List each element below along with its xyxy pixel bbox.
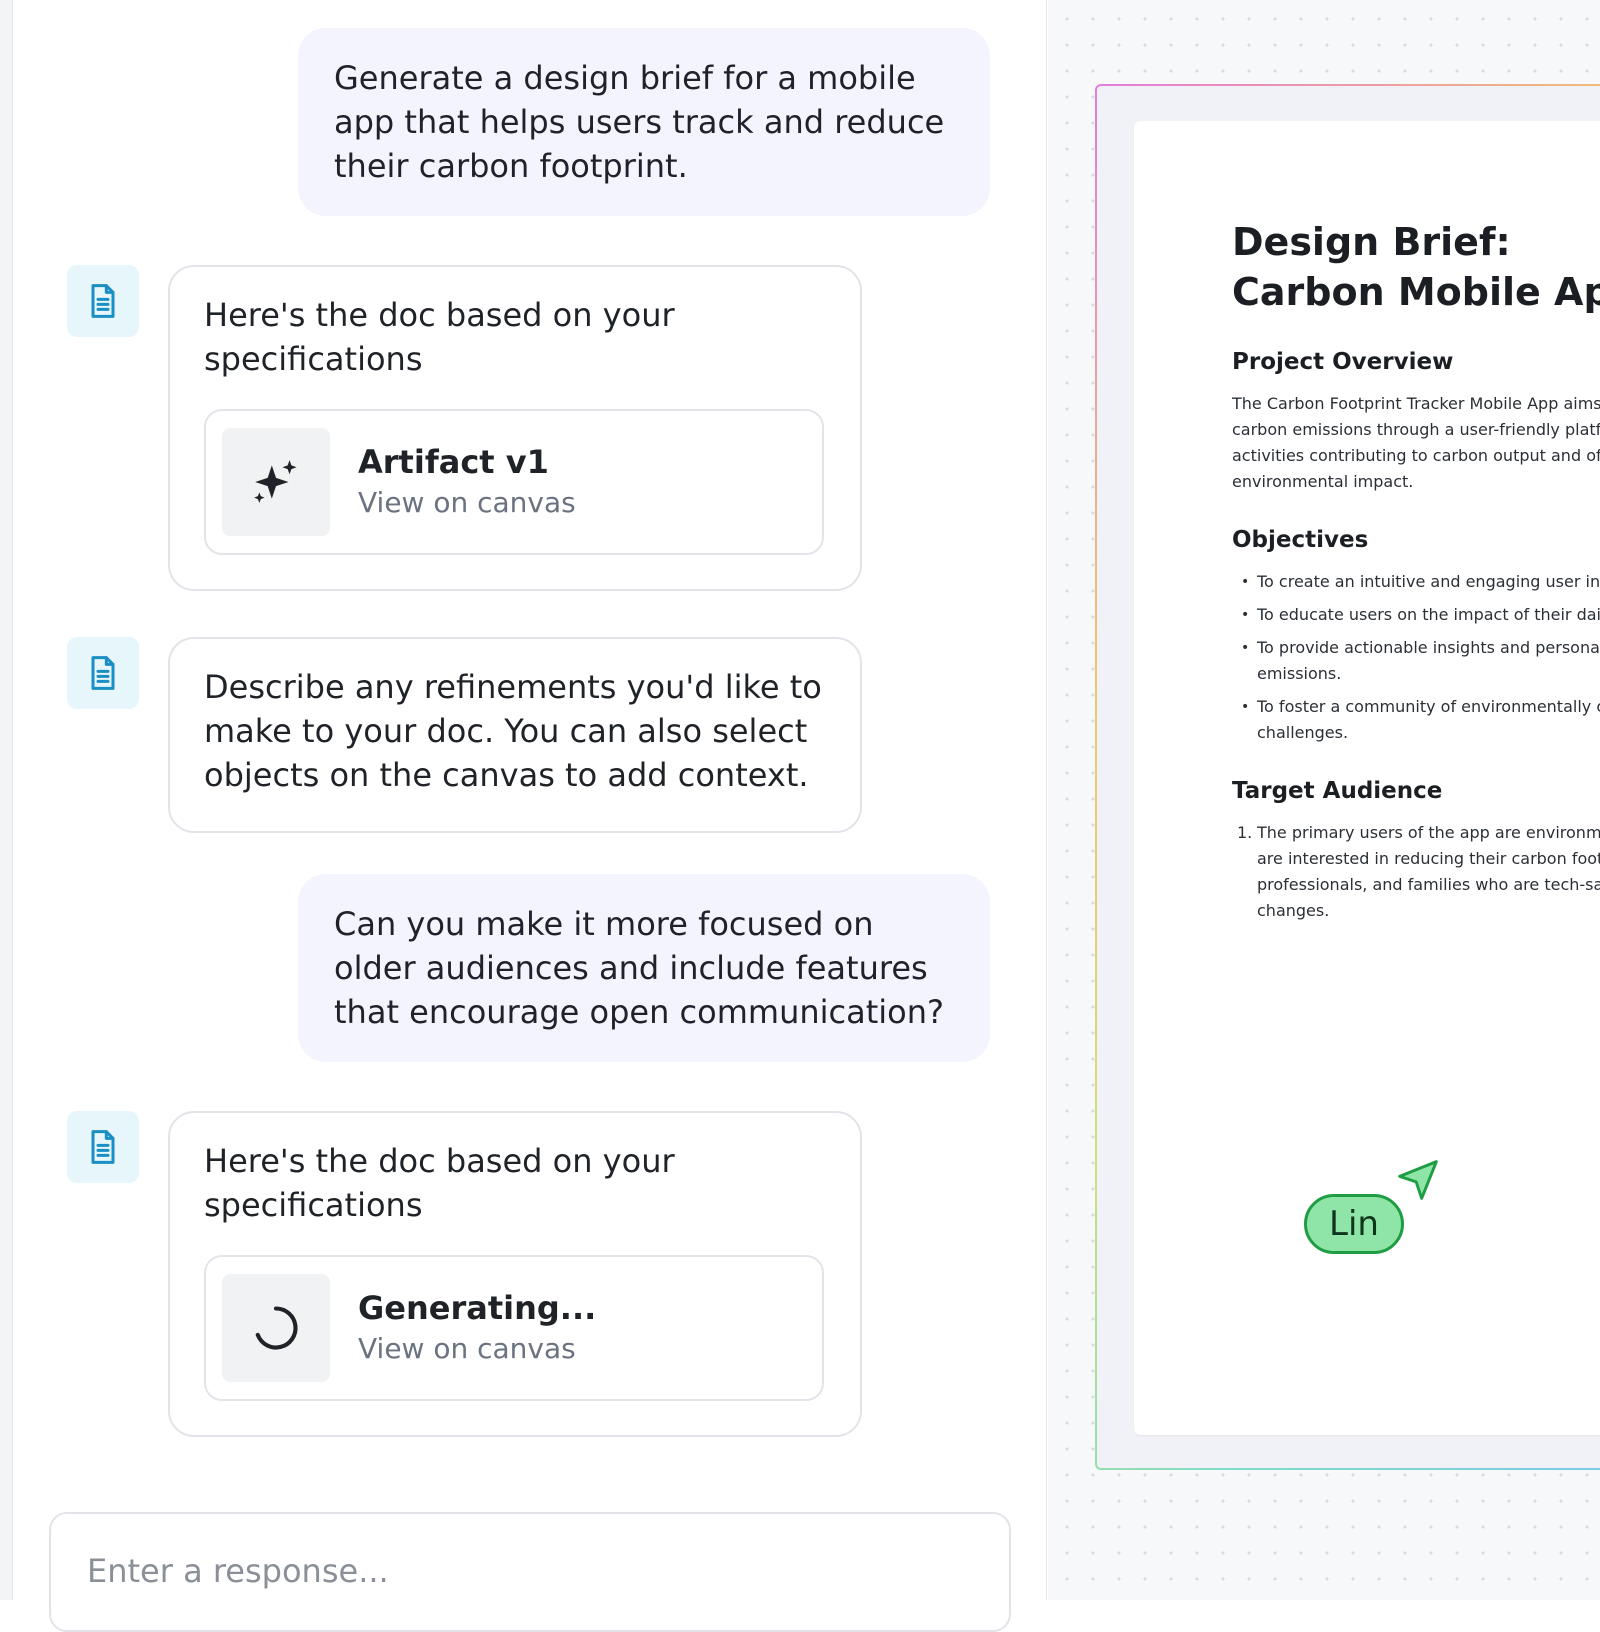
assistant-message-text: Here's the doc based on your specificati… xyxy=(204,296,675,378)
list-number: 1. xyxy=(1237,823,1253,842)
artifact-title: Generating... xyxy=(358,1289,597,1327)
doc-paragraph-overview: The Carbon Footprint Tracker Mobile App … xyxy=(1232,391,1600,495)
user-message-bubble: Generate a design brief for a mobile app… xyxy=(298,28,990,216)
collaborator-name-badge: Lin xyxy=(1304,1194,1404,1254)
doc-line: The Carbon Footprint Tracker Mobile App … xyxy=(1232,394,1600,413)
doc-heading-objectives: Objectives xyxy=(1232,527,1369,553)
chat-panel: Generate a design brief for a mobile app… xyxy=(13,0,1047,1632)
canvas-doc-frame-inner: Design Brief: Carbon Mobile App Project … xyxy=(1097,86,1600,1468)
list-item: To educate users on the impact of their … xyxy=(1232,602,1600,628)
doc-content: Design Brief: Carbon Mobile App Project … xyxy=(1232,217,1600,954)
artifact-card[interactable]: Generating... View on canvas xyxy=(204,1255,824,1401)
assistant-message-card: Here's the doc based on your specificati… xyxy=(168,1111,862,1437)
doc-line: To create an intuitive and engaging user… xyxy=(1257,572,1600,591)
list-item: 1. The primary users of the app are envi… xyxy=(1232,820,1600,924)
doc-heading-overview: Project Overview xyxy=(1232,349,1454,375)
doc-line: To educate users on the impact of their … xyxy=(1257,605,1600,624)
user-message-text: Generate a design brief for a mobile app… xyxy=(334,59,945,185)
doc-line: challenges. xyxy=(1257,723,1349,742)
view-on-canvas-link[interactable]: View on canvas xyxy=(358,483,576,523)
doc-line: To provide actionable insights and perso… xyxy=(1257,638,1600,657)
doc-line: are interested in reducing their carbon … xyxy=(1257,849,1600,868)
doc-title: Design Brief: Carbon Mobile App xyxy=(1232,220,1600,314)
doc-objectives-list: To create an intuitive and engaging user… xyxy=(1232,569,1600,746)
doc-line: carbon emissions through a user-friendly… xyxy=(1232,420,1600,439)
response-input[interactable] xyxy=(85,1528,975,1614)
doc-line: activities contributing to carbon output… xyxy=(1232,446,1600,465)
list-item: To create an intuitive and engaging user… xyxy=(1232,569,1600,595)
doc-line: professionals, and families who are tech… xyxy=(1257,875,1600,894)
response-composer xyxy=(49,1512,1011,1632)
view-on-canvas-link[interactable]: View on canvas xyxy=(358,1329,596,1369)
artifact-title: Artifact v1 xyxy=(358,443,549,481)
doc-line: changes. xyxy=(1257,901,1330,920)
assistant-message-card: Describe any refinements you'd like to m… xyxy=(168,637,862,833)
document-icon xyxy=(67,265,139,337)
loading-spinner-icon xyxy=(222,1274,330,1382)
list-item: To provide actionable insights and perso… xyxy=(1232,635,1600,687)
canvas-doc-frame[interactable]: Design Brief: Carbon Mobile App Project … xyxy=(1095,84,1600,1470)
sparkles-icon xyxy=(222,428,330,536)
list-item: To foster a community of environmentally… xyxy=(1232,694,1600,746)
user-message-text: Can you make it more focused on older au… xyxy=(334,905,944,1031)
app-left-edge xyxy=(0,0,13,1600)
document-icon xyxy=(67,1111,139,1183)
doc-heading-audience: Target Audience xyxy=(1232,778,1443,804)
doc-line: emissions. xyxy=(1257,664,1342,683)
assistant-message-card: Here's the doc based on your specificati… xyxy=(168,265,862,591)
doc-line: To foster a community of environmentally… xyxy=(1257,697,1600,716)
doc-audience-list: 1. The primary users of the app are envi… xyxy=(1232,820,1600,924)
collaborator-cursor-icon xyxy=(1398,1160,1438,1200)
document-icon xyxy=(67,637,139,709)
doc-line: The primary users of the app are environ… xyxy=(1257,823,1600,842)
artifact-card[interactable]: Artifact v1 View on canvas xyxy=(204,409,824,555)
doc-line: environmental impact. xyxy=(1232,472,1414,491)
assistant-message-text: Here's the doc based on your specificati… xyxy=(204,1142,675,1224)
user-message-bubble: Can you make it more focused on older au… xyxy=(298,874,990,1062)
assistant-message-text: Describe any refinements you'd like to m… xyxy=(204,668,822,794)
